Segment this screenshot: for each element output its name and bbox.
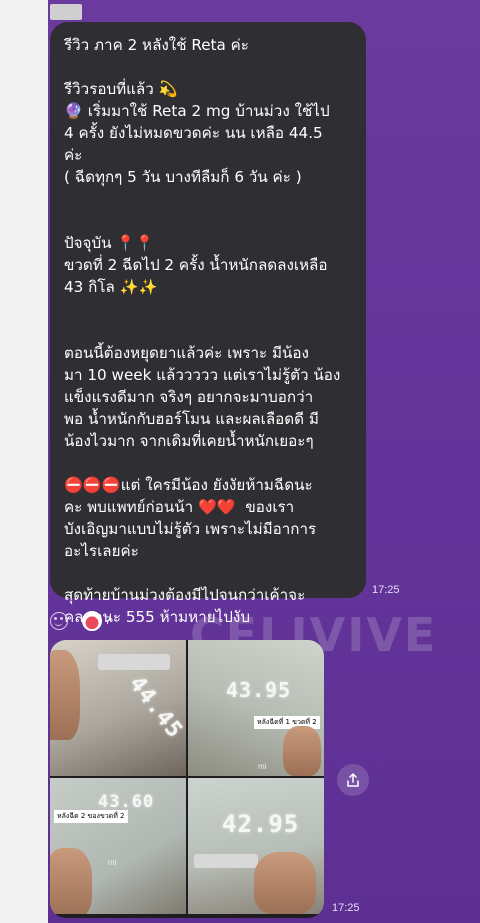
message-line: อะไรเลยค่ะ: [64, 542, 139, 560]
scale-photo-3[interactable]: 43.60 หลังฉีด 2 ของขวดที่ 2 mi: [50, 778, 186, 914]
scale-brand-mark: mi: [258, 762, 267, 771]
message-line: [64, 56, 352, 78]
message-line: ค่ะ: [64, 146, 83, 164]
message-line: ( ฉีดทุกๆ 5 วัน บางทีลืมก็ 6 วัน ค่ะ ): [64, 168, 302, 186]
redacted-label: [194, 854, 258, 868]
message-line: รีวิว ภาค 2 หลังใช้ Reta ค่ะ: [64, 36, 249, 54]
message-line: 4 ครั้ง ยังไม่หมดขวดค่ะ นน เหลือ 44.5: [64, 124, 323, 142]
message-bubble[interactable]: รีวิว ภาค 2 หลังใช้ Reta ค่ะรีวิวรอบที่แ…: [50, 22, 366, 626]
message-line: 43 กิโล ✨✨: [64, 278, 158, 296]
left-panel-edge: [0, 0, 48, 923]
message-line: [64, 562, 352, 584]
message-line: น้องไวมาก จากเดิมที่เคยน้ำหนักเยอะๆ: [64, 432, 314, 450]
foot-image: [283, 726, 321, 776]
foot-image: [50, 650, 80, 740]
message-line: บังเอิญมาแบบไม่รู้ตัว เพราะไม่มีอาการ: [64, 520, 317, 538]
message-line: 🔮 เริ่มมาใช้ Reta 2 mg บ้านม่วง ใช้ไป: [64, 102, 330, 120]
photo-message[interactable]: 44.45 43.95 หลังฉีดที่ 1 ขวดที่ 2 mi 43.…: [50, 640, 324, 918]
message-line: ปัจจุบัน 📍📍: [64, 234, 155, 252]
redacted-label: [98, 654, 170, 670]
sender-label-redacted: [50, 4, 82, 20]
reaction-badge[interactable]: 7: [82, 611, 111, 631]
message-line: สุดท้ายบ้านม่วงต้องมีไปจนกว่าเค้าจะ: [64, 586, 306, 604]
share-icon: [347, 773, 359, 787]
foot-image: [50, 848, 92, 914]
message-line: มา 10 week แล้ววววว แต่เราไม่รู้ตัว น้อง: [64, 366, 341, 384]
photo-caption: หลังฉีด 2 ของขวดที่ 2: [54, 810, 128, 823]
message-line: [64, 320, 352, 342]
scale-reading-1: 44.45: [123, 671, 186, 744]
photo-timestamp: 17:25: [332, 902, 360, 914]
message-line: [64, 452, 352, 474]
message-line: ⛔⛔⛔แต่ ใครมีน้อง ยังงัยห้ามฉีดนะ: [64, 476, 313, 494]
scale-brand-mark: mi: [108, 858, 117, 867]
reaction-emoji-icon: [82, 611, 102, 631]
reaction-count: 7: [105, 615, 112, 627]
reaction-row: 7: [50, 610, 111, 632]
message-timestamp: 17:25: [372, 584, 400, 596]
scale-photo-4[interactable]: 42.95: [188, 778, 324, 914]
share-button[interactable]: [337, 764, 369, 796]
message-line: [64, 188, 352, 210]
smile-icon[interactable]: [50, 612, 68, 630]
scale-reading-2: 43.95: [226, 678, 292, 702]
message-line: [64, 210, 352, 232]
foot-image: [254, 852, 316, 914]
scale-reading-4: 42.95: [222, 810, 300, 838]
message-line: ขวดที่ 2 ฉีดไป 2 ครั้ง น้ำหนักลดลงเหลือ: [64, 256, 328, 274]
message-line: [64, 298, 352, 320]
scale-photo-1[interactable]: 44.45: [50, 640, 186, 776]
scale-reading-3: 43.60: [98, 792, 155, 812]
message-line: รีวิวรอบที่แล้ว 💫: [64, 80, 178, 98]
message-line: แข็งแรงดีมาก จริงๆ อยากจะมาบอกว่า: [64, 388, 314, 406]
message-line: คะ พบแพทย์ก่อนน้า ❤️❤️ ของเรา: [64, 498, 295, 516]
message-line: พอ น้ำหนักกับฮอร์โมน และผลเลือดดี มี: [64, 410, 319, 428]
message-line: ตอนนี้ต้องหยุดยาแล้วค่ะ เพราะ มีน้อง: [64, 344, 309, 362]
scale-photo-2[interactable]: 43.95 หลังฉีดที่ 1 ขวดที่ 2 mi: [188, 640, 324, 776]
